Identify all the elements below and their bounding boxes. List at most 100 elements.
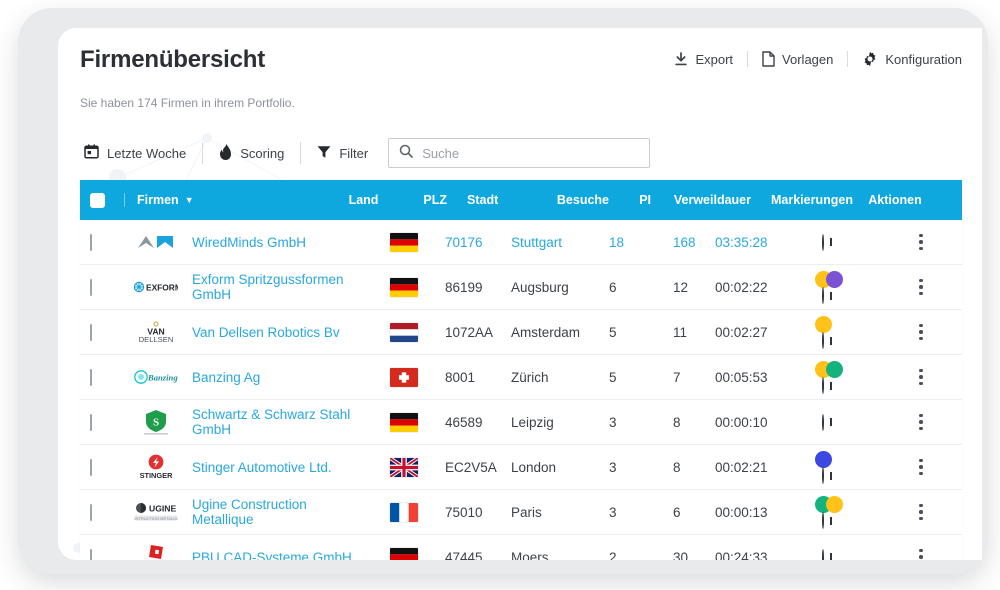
export-button[interactable]: Export — [660, 52, 747, 67]
actions-cell[interactable] — [909, 503, 969, 521]
row-checkbox-cell[interactable] — [80, 548, 124, 560]
row-menu-icon[interactable] — [919, 323, 959, 341]
company-name-link[interactable]: PBU CAD-Systeme GmbH — [192, 550, 352, 561]
marker-dot[interactable] — [826, 496, 843, 513]
row-menu-icon[interactable] — [919, 503, 959, 521]
row-menu-icon[interactable] — [919, 233, 959, 251]
actions-cell[interactable] — [909, 368, 969, 386]
row-checkbox[interactable] — [90, 458, 92, 476]
company-name-cell[interactable]: Ugine Construction Metallique — [182, 497, 380, 527]
flame-icon — [219, 143, 232, 163]
row-menu-icon[interactable] — [919, 278, 959, 296]
actions-cell[interactable] — [909, 278, 969, 296]
dwelltime-cell: 00:02:21 — [715, 459, 768, 475]
row-menu-icon[interactable] — [919, 458, 959, 476]
actions-cell[interactable] — [909, 548, 969, 560]
row-menu-icon[interactable] — [919, 368, 959, 386]
table-row[interactable]: Banzing Banzing Ag 8001 Zürich 5 7 00:05… — [80, 355, 962, 400]
company-name-link[interactable]: Schwartz & Schwarz Stahl GmbH — [192, 407, 350, 437]
scoring-button[interactable]: Scoring — [219, 143, 300, 163]
row-checkbox-cell[interactable] — [80, 278, 124, 296]
search-input[interactable] — [422, 145, 640, 161]
pageimpressions-cell: 8 — [673, 414, 681, 430]
company-name-link[interactable]: Ugine Construction Metallique — [192, 497, 307, 527]
row-checkbox[interactable] — [90, 368, 92, 386]
add-marker-button[interactable] — [822, 377, 824, 394]
company-name-cell[interactable]: WiredMinds GmbH — [182, 235, 380, 250]
sort-caret-icon[interactable]: ▼ — [185, 195, 194, 205]
actions-cell[interactable] — [909, 413, 969, 431]
table-row[interactable]: S Schwartz & Schwarz Stahl GmbH 46589 Le… — [80, 400, 962, 445]
row-checkbox-cell[interactable] — [80, 458, 124, 476]
filter-button[interactable]: Filter — [317, 145, 384, 162]
table-row[interactable]: WiredMinds GmbH 70176 Stuttgart 18 168 0… — [80, 220, 962, 265]
actions-cell[interactable] — [909, 233, 969, 251]
marker-dot[interactable] — [815, 316, 832, 333]
markers-cell — [805, 548, 909, 560]
table-row[interactable]: CAD SystemePBU CAD-SYSTEME GMBH PBU CAD-… — [80, 535, 962, 560]
add-marker-button[interactable] — [822, 548, 824, 560]
company-logo-icon: Banzing — [134, 364, 178, 390]
marker-dot[interactable] — [826, 271, 843, 288]
header-besuche[interactable]: Besuche — [555, 193, 619, 207]
header-plz[interactable]: PLZ — [391, 193, 457, 207]
company-name-link[interactable]: Stinger Automotive Ltd. — [192, 460, 332, 475]
row-checkbox-cell[interactable] — [80, 233, 124, 251]
company-name-cell[interactable]: Schwartz & Schwarz Stahl GmbH — [182, 407, 380, 437]
table-row[interactable]: VAN DELLSEN Van Dellsen Robotics Bv 1072A… — [80, 310, 962, 355]
row-checkbox[interactable] — [90, 233, 92, 251]
company-name-cell[interactable]: Van Dellsen Robotics Bv — [182, 325, 380, 340]
dwelltime-cell: 03:35:28 — [715, 234, 768, 250]
header-stadt[interactable]: Stadt — [457, 193, 555, 207]
actions-cell[interactable] — [909, 458, 969, 476]
marker-dot[interactable] — [826, 361, 843, 378]
table-row[interactable]: STINGER Stinger Automotive Ltd. EC2V5A L… — [80, 445, 962, 490]
table-row[interactable]: EXFORM Exform Spritzgussformen GmbH 8619… — [80, 265, 962, 310]
company-name-cell[interactable]: Stinger Automotive Ltd. — [182, 460, 380, 475]
add-marker-button[interactable] — [822, 332, 824, 349]
company-name-link[interactable]: Banzing Ag — [192, 370, 260, 385]
add-marker-button[interactable] — [822, 512, 824, 529]
company-name-cell[interactable]: PBU CAD-Systeme GmbH — [182, 550, 380, 561]
company-logo-icon: CAD SystemePBU CAD-SYSTEME GMBH — [134, 544, 178, 560]
row-checkbox[interactable] — [90, 413, 92, 431]
add-marker-button[interactable] — [822, 233, 824, 251]
add-marker-button[interactable] — [822, 413, 824, 431]
company-name-link[interactable]: Exform Spritzgussformen GmbH — [192, 272, 344, 302]
vorlagen-button[interactable]: Vorlagen — [747, 51, 847, 67]
marker-dot[interactable] — [815, 451, 832, 468]
calendar-icon — [84, 144, 99, 162]
row-checkbox-cell[interactable] — [80, 413, 124, 431]
page-title: Firmenübersicht — [80, 46, 266, 73]
header-land[interactable]: Land — [336, 193, 391, 207]
header-pi[interactable]: PI — [619, 193, 661, 207]
row-checkbox[interactable] — [90, 548, 92, 560]
row-checkbox-cell[interactable] — [80, 368, 124, 386]
company-name-cell[interactable]: Exform Spritzgussformen GmbH — [182, 272, 380, 302]
company-logo-cell: STINGER — [124, 454, 182, 480]
header-firmen[interactable]: Firmen ▼ — [80, 192, 336, 208]
table-row[interactable]: UGINE CONSTRUCTION METALLIQUE Ugine Const… — [80, 490, 962, 535]
konfiguration-button[interactable]: Konfiguration — [847, 51, 962, 67]
company-name-link[interactable]: Van Dellsen Robotics Bv — [192, 325, 340, 340]
page-header: Firmenübersicht Export Vorlagen Konfigur… — [80, 46, 962, 86]
search-box[interactable] — [388, 138, 651, 168]
actions-cell[interactable] — [909, 323, 969, 341]
add-marker-button[interactable] — [822, 467, 824, 484]
add-marker-button[interactable] — [822, 287, 824, 304]
row-menu-icon[interactable] — [919, 413, 959, 431]
row-checkbox[interactable] — [90, 278, 92, 296]
flag-de-icon — [390, 232, 425, 252]
company-name-cell[interactable]: Banzing Ag — [182, 370, 380, 385]
flag-nl-icon — [390, 322, 425, 342]
select-all-checkbox-cell[interactable] — [80, 192, 124, 208]
date-range-button[interactable]: Letzte Woche — [80, 144, 202, 162]
row-checkbox-cell[interactable] — [80, 503, 124, 521]
row-checkbox[interactable] — [90, 323, 92, 341]
company-name-link[interactable]: WiredMinds GmbH — [192, 235, 306, 250]
header-verweildauer[interactable]: Verweildauer — [661, 193, 761, 207]
row-checkbox[interactable] — [90, 503, 92, 521]
select-all-checkbox[interactable] — [89, 192, 105, 208]
row-menu-icon[interactable] — [919, 548, 959, 560]
row-checkbox-cell[interactable] — [80, 323, 124, 341]
